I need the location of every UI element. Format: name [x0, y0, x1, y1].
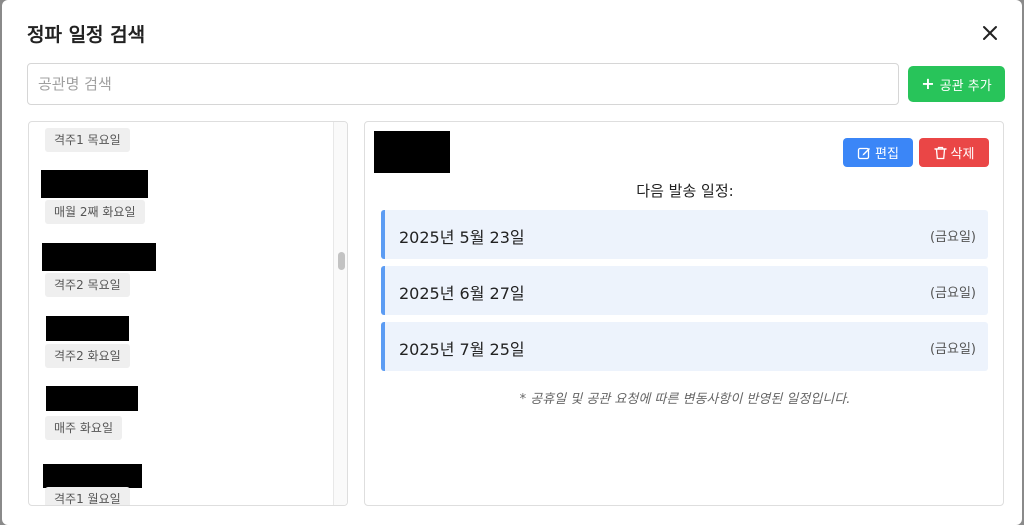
trash-icon	[933, 146, 947, 159]
list-item-schedule-tag: 격주1 월요일	[45, 487, 130, 505]
list-item-schedule-tag: 매주 화요일	[45, 416, 123, 440]
search-input[interactable]	[27, 63, 899, 105]
edit-button[interactable]: 편집	[843, 138, 913, 167]
schedule-detail-panel: 편집 삭제 다음 발송 일정: 2025년 5월 23일 (금요일) 2025년…	[364, 121, 1004, 506]
list-item-schedule-tag: 격주2 화요일	[45, 344, 130, 368]
list-item-schedule-tag: 매월 2째 화요일	[45, 200, 145, 224]
schedule-weekday: (금요일)	[929, 342, 976, 357]
schedule-weekday: (금요일)	[929, 230, 976, 245]
plus-icon: +	[921, 74, 935, 93]
add-button-label: 공관 추가	[939, 78, 992, 94]
list-item-schedule-tag: 격주2 목요일	[45, 273, 130, 297]
delete-button-label: 삭제	[950, 147, 975, 162]
schedule-weekday: (금요일)	[929, 286, 976, 301]
add-embassy-button[interactable]: + 공관 추가	[908, 66, 1005, 102]
schedule-date-row: 2025년 6월 27일 (금요일)	[381, 266, 988, 315]
redacted-embassy-name	[46, 386, 138, 411]
schedule-date-row: 2025년 5월 23일 (금요일)	[381, 210, 988, 259]
schedule-note: * 공휴일 및 공관 요청에 따른 변동사항이 반영된 일정입니다.	[519, 392, 851, 407]
next-schedule-heading: 다음 발송 일정:	[636, 182, 734, 200]
list-scrollbar[interactable]	[333, 122, 347, 505]
schedule-date: 2025년 6월 27일	[399, 284, 525, 303]
redacted-embassy-name	[46, 316, 129, 341]
redacted-embassy-name	[43, 464, 142, 488]
scrollbar-thumb[interactable]	[338, 252, 345, 270]
edit-button-label: 편집	[875, 147, 899, 162]
list-item-schedule-tag: 격주1 목요일	[45, 128, 130, 152]
schedule-search-modal: 정파 일정 검색 + 공관 추가 격주1 목요일 매월 2째 화요일 격주2 목…	[2, 0, 1022, 525]
redacted-embassy-name	[42, 243, 156, 271]
schedule-date-row: 2025년 7월 25일 (금요일)	[381, 322, 988, 371]
close-icon[interactable]	[979, 22, 1001, 44]
modal-title: 정파 일정 검색	[27, 24, 146, 46]
edit-icon	[857, 147, 871, 159]
schedule-date: 2025년 7월 25일	[399, 340, 525, 359]
delete-button[interactable]: 삭제	[919, 138, 989, 167]
redacted-selected-embassy-name	[374, 131, 450, 173]
embassy-list: 격주1 목요일 매월 2째 화요일 격주2 목요일 격주2 화요일 매주 화요일	[28, 121, 348, 506]
redacted-embassy-name	[41, 170, 148, 198]
schedule-date: 2025년 5월 23일	[399, 228, 525, 247]
list-viewport: 격주1 목요일 매월 2째 화요일 격주2 목요일 격주2 화요일 매주 화요일	[29, 122, 334, 505]
